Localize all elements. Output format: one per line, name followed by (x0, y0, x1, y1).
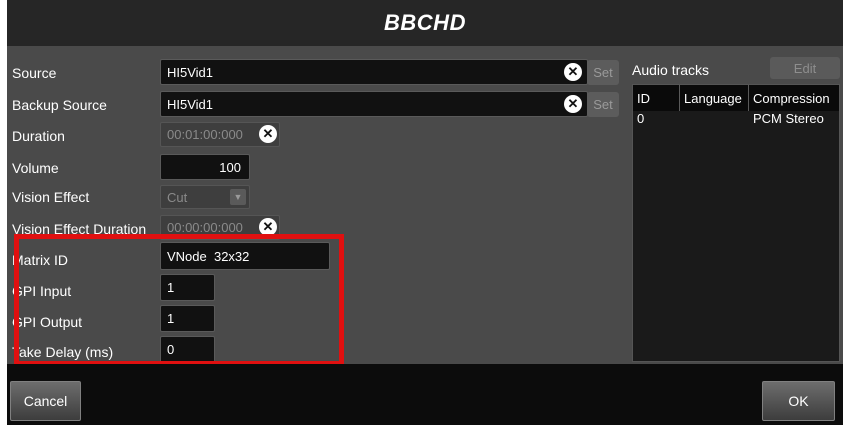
cell-language (680, 111, 749, 129)
source-label: Source (12, 65, 57, 81)
duration-value: 00:01:00:000 (167, 127, 243, 142)
audio-tracks-title: Audio tracks (632, 62, 710, 78)
clear-source-icon[interactable]: ✕ (564, 63, 582, 81)
ok-button[interactable]: OK (762, 381, 835, 421)
vision-effect-value: Cut (167, 189, 188, 205)
source-field[interactable]: HI5Vid1 (160, 59, 588, 85)
gpi-output-value: 1 (167, 311, 175, 326)
audio-tracks-table[interactable]: ID Language Compression 0 PCM Stereo (632, 84, 840, 362)
matrix-id-value: VNode 32x32 (167, 248, 250, 264)
duration-label: Duration (12, 128, 65, 144)
chevron-down-icon[interactable]: ▼ (230, 189, 246, 205)
volume-label: Volume (12, 160, 59, 176)
table-row[interactable]: 0 PCM Stereo (633, 111, 839, 129)
title-bar: BBCHD (7, 0, 843, 46)
source-set-button[interactable]: Set (587, 60, 619, 85)
volume-field[interactable]: 100 (160, 154, 250, 180)
vision-effect-duration-value: 00:00:00:000 (167, 220, 243, 235)
table-header: ID Language Compression (633, 85, 839, 111)
backup-source-label: Backup Source (12, 97, 107, 113)
vision-effect-duration-label: Vision Effect Duration (12, 221, 147, 237)
gpi-input-value: 1 (167, 280, 175, 295)
backup-source-set-button[interactable]: Set (587, 92, 619, 117)
source-value: HI5Vid1 (167, 64, 214, 80)
matrix-id-label: Matrix ID (12, 252, 68, 268)
column-header-id[interactable]: ID (633, 85, 680, 111)
volume-value: 100 (219, 159, 241, 175)
take-delay-label: Take Delay (ms) (12, 344, 114, 360)
gpi-input-field[interactable]: 1 (160, 274, 215, 301)
dialog: BBCHD Source HI5Vid1 ✕ Set Backup Source… (7, 0, 843, 425)
column-header-language[interactable]: Language (680, 85, 749, 111)
backup-source-value: HI5Vid1 (167, 96, 214, 112)
take-delay-value: 0 (167, 342, 175, 357)
gpi-output-label: GPI Output (12, 314, 83, 330)
matrix-id-field[interactable]: VNode 32x32 (160, 242, 330, 270)
cell-id: 0 (637, 111, 645, 126)
edit-audio-button[interactable]: Edit (770, 57, 840, 79)
column-header-compression[interactable]: Compression (749, 85, 839, 111)
vision-effect-label: Vision Effect (12, 189, 90, 205)
cell-compression: PCM Stereo (753, 111, 824, 126)
clear-vision-effect-duration-icon[interactable]: ✕ (259, 218, 277, 236)
dialog-footer: Cancel OK (7, 364, 843, 425)
dialog-title: BBCHD (384, 10, 466, 35)
clear-duration-icon[interactable]: ✕ (259, 125, 277, 143)
backup-source-field[interactable]: HI5Vid1 (160, 91, 588, 117)
gpi-input-label: GPI Input (12, 283, 72, 299)
cancel-button[interactable]: Cancel (10, 381, 81, 421)
clear-backup-source-icon[interactable]: ✕ (564, 95, 582, 113)
gpi-output-field[interactable]: 1 (160, 305, 215, 332)
take-delay-field[interactable]: 0 (160, 336, 215, 363)
vision-effect-select[interactable]: Cut ▼ (160, 185, 250, 209)
